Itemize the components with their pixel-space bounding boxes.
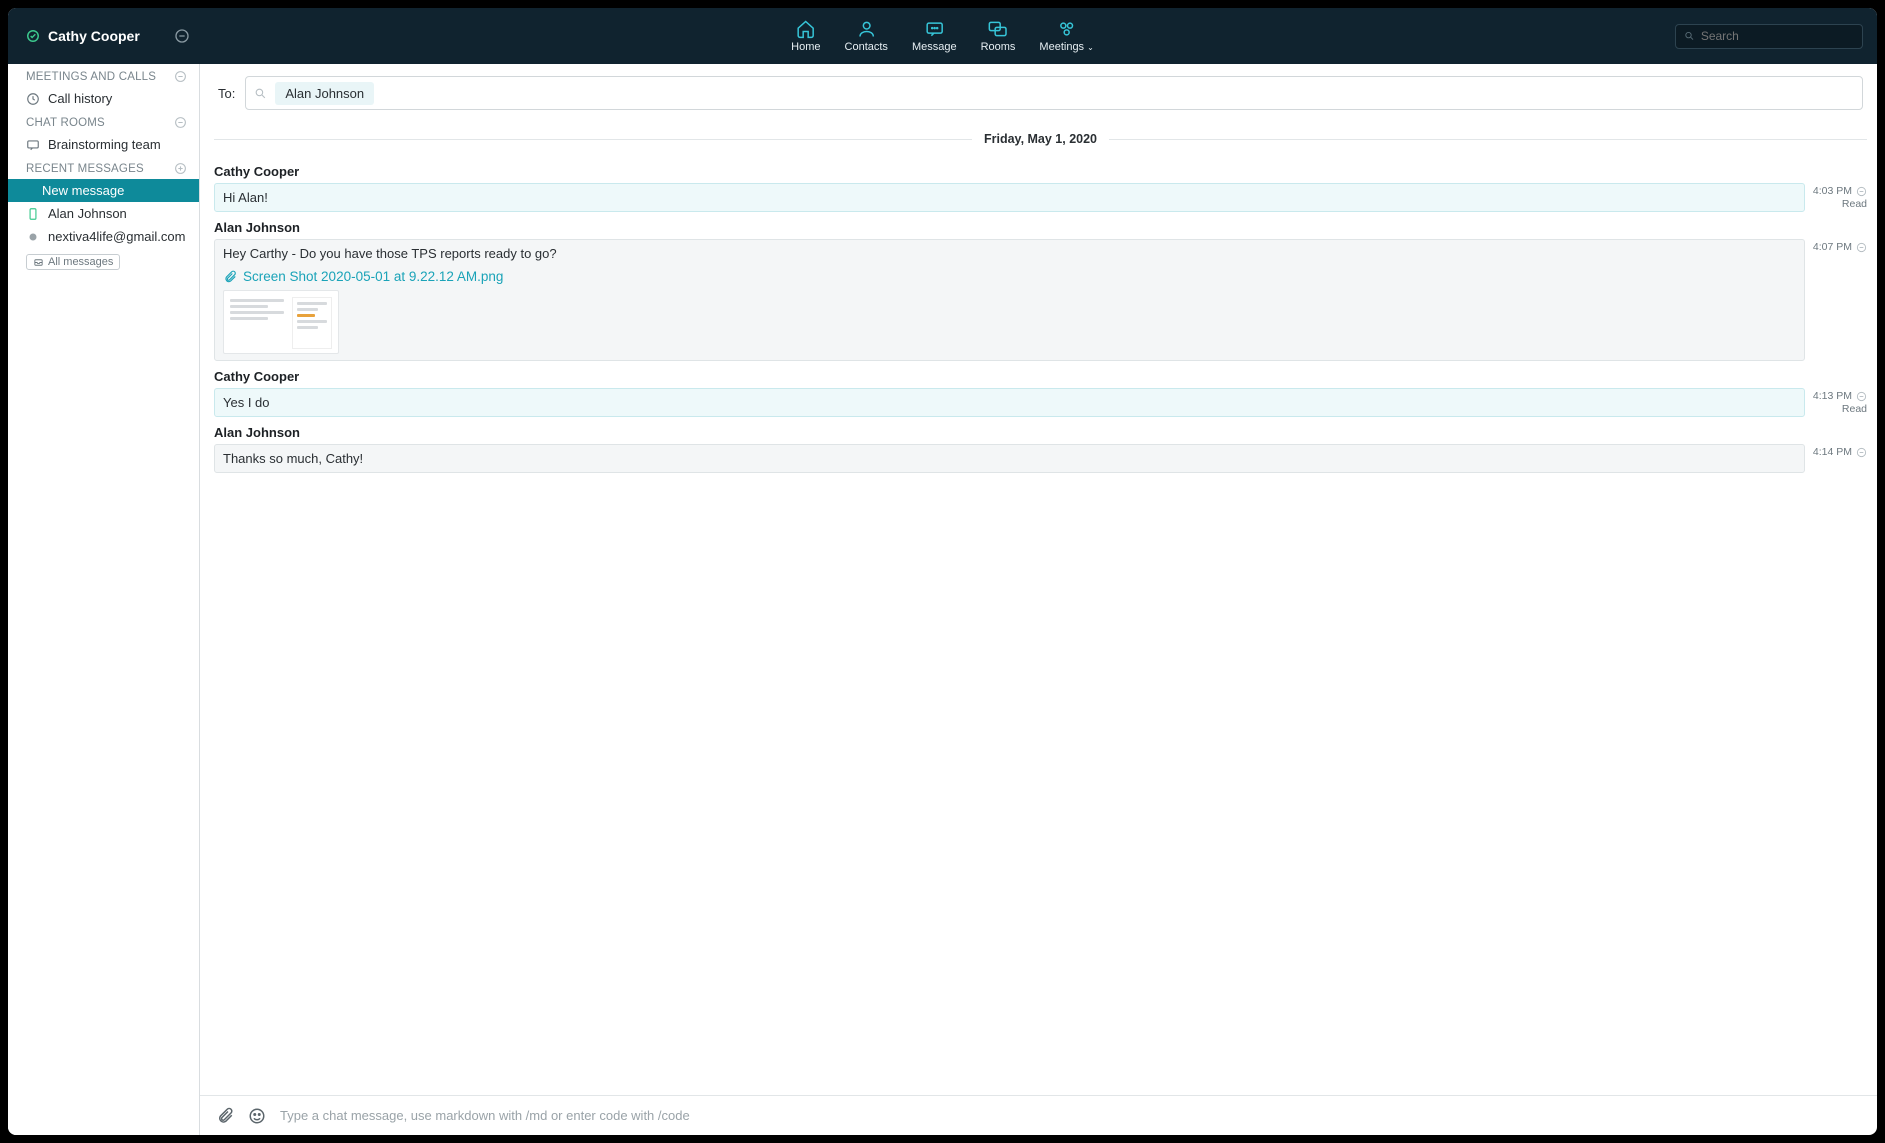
attachment-thumbnail[interactable] [223, 290, 339, 354]
nav-contacts[interactable]: Contacts [845, 19, 888, 53]
home-icon [796, 19, 816, 39]
add-icon[interactable] [174, 162, 187, 175]
sidebar-new-message[interactable]: New message [8, 179, 199, 202]
sidebar: MEETINGS AND CALLS Call history CHAT ROO… [8, 64, 200, 1135]
composer-input[interactable] [280, 1108, 1861, 1123]
section-menu-icon[interactable] [174, 70, 187, 83]
main-nav: Home Contacts Message Rooms Meetings ⌄ [791, 19, 1094, 53]
nav-rooms-label: Rooms [981, 41, 1016, 53]
presence-menu-icon[interactable] [174, 28, 190, 44]
global-search[interactable] [1675, 24, 1863, 49]
section-menu-icon[interactable] [174, 116, 187, 129]
attach-button[interactable] [216, 1107, 234, 1125]
recipient-chip[interactable]: Alan Johnson [275, 82, 374, 105]
recipient-field[interactable]: Alan Johnson [245, 76, 1863, 110]
conversation-scroll[interactable]: Friday, May 1, 2020 Cathy Cooper Hi Alan… [200, 120, 1877, 1095]
message-group: Alan Johnson Hey Carthy - Do you have th… [214, 218, 1867, 361]
search-icon [254, 87, 267, 100]
message-time: 4:14 PM [1813, 446, 1852, 458]
clock-icon [26, 92, 40, 106]
sidebar-section-meetings: MEETINGS AND CALLS [8, 64, 199, 87]
sidebar-contact-alan[interactable]: Alan Johnson [8, 202, 199, 225]
sidebar-all-messages-label: All messages [48, 256, 113, 268]
mobile-presence-icon [26, 207, 40, 221]
unknown-presence-icon [26, 230, 40, 244]
nav-rooms[interactable]: Rooms [981, 19, 1016, 53]
emoji-button[interactable] [248, 1107, 266, 1125]
presence-available-icon [26, 29, 40, 43]
sidebar-room-brainstorming[interactable]: Brainstorming team [8, 133, 199, 156]
nav-message-label: Message [912, 41, 957, 53]
sidebar-new-message-label: New message [42, 183, 124, 198]
sidebar-section-recent: RECENT MESSAGES [8, 156, 199, 179]
message-group: Cathy Cooper Yes I do 4:13 PM Read [214, 367, 1867, 417]
to-label: To: [218, 86, 235, 101]
sidebar-contact-label: nextiva4life@gmail.com [48, 229, 185, 244]
global-search-input[interactable] [1701, 29, 1854, 43]
message-time: 4:13 PM [1813, 390, 1852, 402]
attachment-filename: Screen Shot 2020-05-01 at 9.22.12 AM.png [243, 269, 503, 284]
composer [200, 1095, 1877, 1135]
sidebar-room-label: Brainstorming team [48, 137, 161, 152]
search-icon [1684, 30, 1695, 42]
inbox-icon [33, 257, 44, 268]
message-sender: Alan Johnson [214, 218, 1867, 239]
message-status: Read [1842, 198, 1867, 210]
meetings-icon [1057, 19, 1077, 39]
message-bubble: Yes I do [214, 388, 1805, 417]
nav-contacts-label: Contacts [845, 41, 888, 53]
message-options-icon[interactable] [1856, 186, 1867, 197]
rooms-icon [988, 19, 1008, 39]
sidebar-call-history-label: Call history [48, 91, 112, 106]
chat-bubble-icon [26, 138, 40, 152]
message-icon [924, 19, 944, 39]
message-bubble: Thanks so much, Cathy! [214, 444, 1805, 473]
message-group: Alan Johnson Thanks so much, Cathy! 4:14… [214, 423, 1867, 473]
main-panel: To: Alan Johnson Friday, May 1, 2020 Cat… [200, 64, 1877, 1135]
sidebar-call-history[interactable]: Call history [8, 87, 199, 110]
message-options-icon[interactable] [1856, 391, 1867, 402]
message-bubble: Hey Carthy - Do you have those TPS repor… [214, 239, 1805, 361]
nav-meetings[interactable]: Meetings ⌄ [1039, 19, 1093, 53]
message-time: 4:07 PM [1813, 241, 1852, 253]
current-user-name: Cathy Cooper [48, 28, 140, 44]
message-options-icon[interactable] [1856, 447, 1867, 458]
message-sender: Cathy Cooper [214, 162, 1867, 183]
message-text: Hey Carthy - Do you have those TPS repor… [223, 246, 1796, 261]
message-options-icon[interactable] [1856, 242, 1867, 253]
top-bar: Cathy Cooper Home Contacts Message Rooms [8, 8, 1877, 64]
date-separator: Friday, May 1, 2020 [214, 130, 1867, 148]
sidebar-section-chatrooms: CHAT ROOMS [8, 110, 199, 133]
sidebar-contact-label: Alan Johnson [48, 206, 127, 221]
contacts-icon [856, 19, 876, 39]
recipient-bar: To: Alan Johnson [200, 64, 1877, 120]
nav-home-label: Home [791, 41, 820, 53]
sidebar-contact-nextiva[interactable]: nextiva4life@gmail.com [8, 225, 199, 248]
message-bubble: Hi Alan! [214, 183, 1805, 212]
nav-meetings-label: Meetings ⌄ [1039, 41, 1093, 53]
attachment-link[interactable]: Screen Shot 2020-05-01 at 9.22.12 AM.png [223, 261, 1796, 290]
sidebar-all-messages[interactable]: All messages [26, 254, 120, 270]
message-group: Cathy Cooper Hi Alan! 4:03 PM Read [214, 162, 1867, 212]
message-status: Read [1842, 403, 1867, 415]
nav-message[interactable]: Message [912, 19, 957, 53]
message-sender: Cathy Cooper [214, 367, 1867, 388]
message-sender: Alan Johnson [214, 423, 1867, 444]
message-time: 4:03 PM [1813, 185, 1852, 197]
paperclip-icon [223, 270, 237, 284]
nav-home[interactable]: Home [791, 19, 820, 53]
